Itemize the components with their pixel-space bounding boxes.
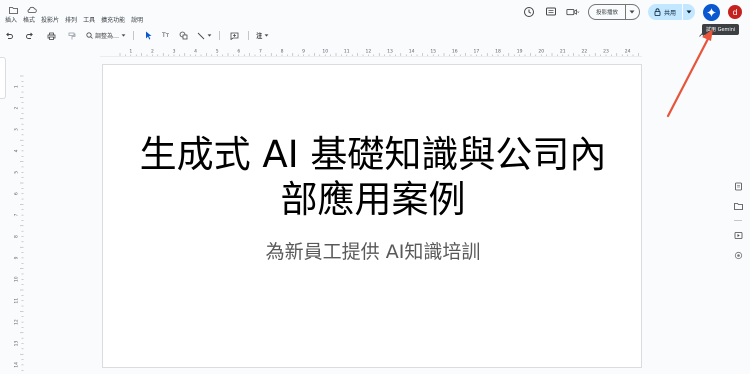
- ruler-label: 19: [517, 49, 523, 55]
- settings-circle-icon[interactable]: [732, 249, 744, 261]
- folder-icon[interactable]: [732, 200, 744, 212]
- undo-icon[interactable]: [2, 29, 16, 43]
- meet-icon[interactable]: [566, 5, 580, 19]
- ruler-label: 3: [173, 49, 176, 55]
- slide-title[interactable]: 生成式 AI 基礎知識與公司內 部應用案例: [103, 132, 643, 222]
- ruler-label: 8: [14, 235, 20, 238]
- share-label: 共用: [663, 9, 676, 17]
- ruler-label: 7: [14, 214, 20, 217]
- ruler-label: 3: [14, 128, 20, 131]
- keep-notes-icon[interactable]: [732, 180, 744, 192]
- menu-help[interactable]: 說明: [131, 15, 143, 24]
- side-panel: [729, 180, 747, 270]
- avatar[interactable]: d: [728, 5, 742, 19]
- ruler-label: 13: [14, 341, 20, 347]
- share-dropdown-button[interactable]: [682, 4, 695, 20]
- zoom-label: 調整為…: [95, 33, 120, 40]
- line-icon: [197, 32, 205, 39]
- redo-icon[interactable]: [23, 29, 37, 43]
- slide-title-line-2: 部應用案例: [280, 178, 466, 221]
- text-box-button[interactable]: Tт: [162, 32, 169, 39]
- divider: [219, 31, 221, 40]
- filmstrip-toggle[interactable]: [0, 57, 6, 99]
- ruler-label: 10: [14, 276, 20, 282]
- gemini-button[interactable]: [703, 3, 720, 21]
- ruler-label: 4: [194, 49, 197, 55]
- horizontal-ruler[interactable]: 1234567891011121314151617181920212223242…: [100, 46, 642, 57]
- top-bar: 插入 格式 投影片 排列 工具 擴充功能 說明 投影播放 共用 d: [0, 0, 750, 28]
- ruler-label: 9: [302, 49, 305, 55]
- menu-format[interactable]: 格式: [23, 15, 35, 24]
- zoom-select[interactable]: 調整為…: [86, 31, 126, 40]
- ruler-label: 1: [129, 49, 132, 55]
- slides-panel-icon[interactable]: [732, 229, 744, 241]
- divider: [734, 220, 742, 221]
- ruler-label: 18: [495, 49, 501, 55]
- present-button[interactable]: 投影播放: [589, 8, 625, 16]
- ruler-label: 2: [14, 107, 20, 110]
- share-button[interactable]: 共用: [648, 8, 682, 17]
- menu-insert[interactable]: 插入: [5, 15, 17, 24]
- ruler-label: 8: [281, 49, 284, 55]
- chevron-down-icon: [207, 34, 212, 37]
- ruler-label: 5: [14, 171, 20, 174]
- lock-icon: [654, 8, 661, 16]
- ruler-label: 2: [151, 49, 154, 55]
- vertical-ruler[interactable]: 1234567891011121314: [14, 62, 24, 374]
- slide-subtitle[interactable]: 為新員工提供 AI知識培訓: [103, 237, 643, 264]
- ruler-label: 20: [538, 49, 544, 55]
- ruler-label: 9: [14, 256, 20, 259]
- ruler-label: 16: [452, 49, 458, 55]
- divider: [133, 31, 135, 40]
- line-tool[interactable]: [197, 32, 212, 40]
- ruler-label: 24: [625, 49, 631, 55]
- menu-slide[interactable]: 投影片: [41, 15, 59, 24]
- ruler-label: 17: [474, 49, 480, 55]
- comments-icon[interactable]: [544, 5, 558, 19]
- present-group: 投影播放: [587, 4, 640, 20]
- chevron-down-icon: [121, 34, 126, 37]
- menu-tools[interactable]: 工具: [83, 15, 95, 24]
- ruler-label: 6: [14, 192, 20, 195]
- ruler-label: 6: [237, 49, 240, 55]
- menu-bar: 插入 格式 投影片 排列 工具 擴充功能 說明: [5, 15, 143, 24]
- chevron-down-icon: [264, 34, 269, 37]
- ruler-label: 12: [366, 49, 372, 55]
- ruler-label: 11: [344, 49, 350, 55]
- ruler-label: 10: [322, 49, 328, 55]
- print-icon[interactable]: [44, 29, 58, 43]
- ruler-label: 12: [14, 319, 20, 325]
- menu-arrange[interactable]: 排列: [65, 15, 77, 24]
- shape-icon[interactable]: [176, 29, 190, 43]
- history-icon[interactable]: [522, 5, 536, 19]
- ruler-label: 22: [582, 49, 588, 55]
- ruler-label: 14: [14, 362, 20, 368]
- comment-menu-label: 注: [256, 33, 263, 40]
- present-dropdown-button[interactable]: [624, 5, 639, 19]
- divider: [248, 31, 250, 40]
- ruler-label: 7: [259, 49, 262, 55]
- slide-canvas[interactable]: 生成式 AI 基礎知識與公司內 部應用案例 為新員工提供 AI知識培訓: [102, 64, 642, 368]
- ruler-label: 4: [14, 149, 20, 152]
- ruler-label: 5: [216, 49, 219, 55]
- slide-title-line-1: 生成式 AI 基礎知識與公司內: [139, 133, 607, 176]
- paint-format-icon[interactable]: [65, 29, 79, 43]
- ruler-label: 15: [430, 49, 436, 55]
- ruler-label: 1: [14, 85, 20, 88]
- share-group: 共用: [647, 4, 695, 20]
- ruler-label: 21: [560, 49, 566, 55]
- ruler-label: 14: [409, 49, 415, 55]
- gemini-sparkle-icon: [707, 7, 716, 17]
- toolbar: 調整為… Tт 注: [0, 29, 750, 42]
- comment-menu[interactable]: 注: [256, 31, 269, 40]
- zoom-icon: [86, 32, 93, 39]
- ruler-label: 23: [603, 49, 609, 55]
- ruler-label: 11: [14, 298, 20, 304]
- ruler-label: 13: [387, 49, 393, 55]
- select-cursor-icon[interactable]: [141, 29, 155, 43]
- collapse-toolbar-icon[interactable]: [699, 32, 705, 39]
- add-comment-icon[interactable]: [227, 29, 241, 43]
- menu-extensions[interactable]: 擴充功能: [101, 15, 125, 24]
- header-actions: 投影播放 共用 d: [522, 3, 742, 21]
